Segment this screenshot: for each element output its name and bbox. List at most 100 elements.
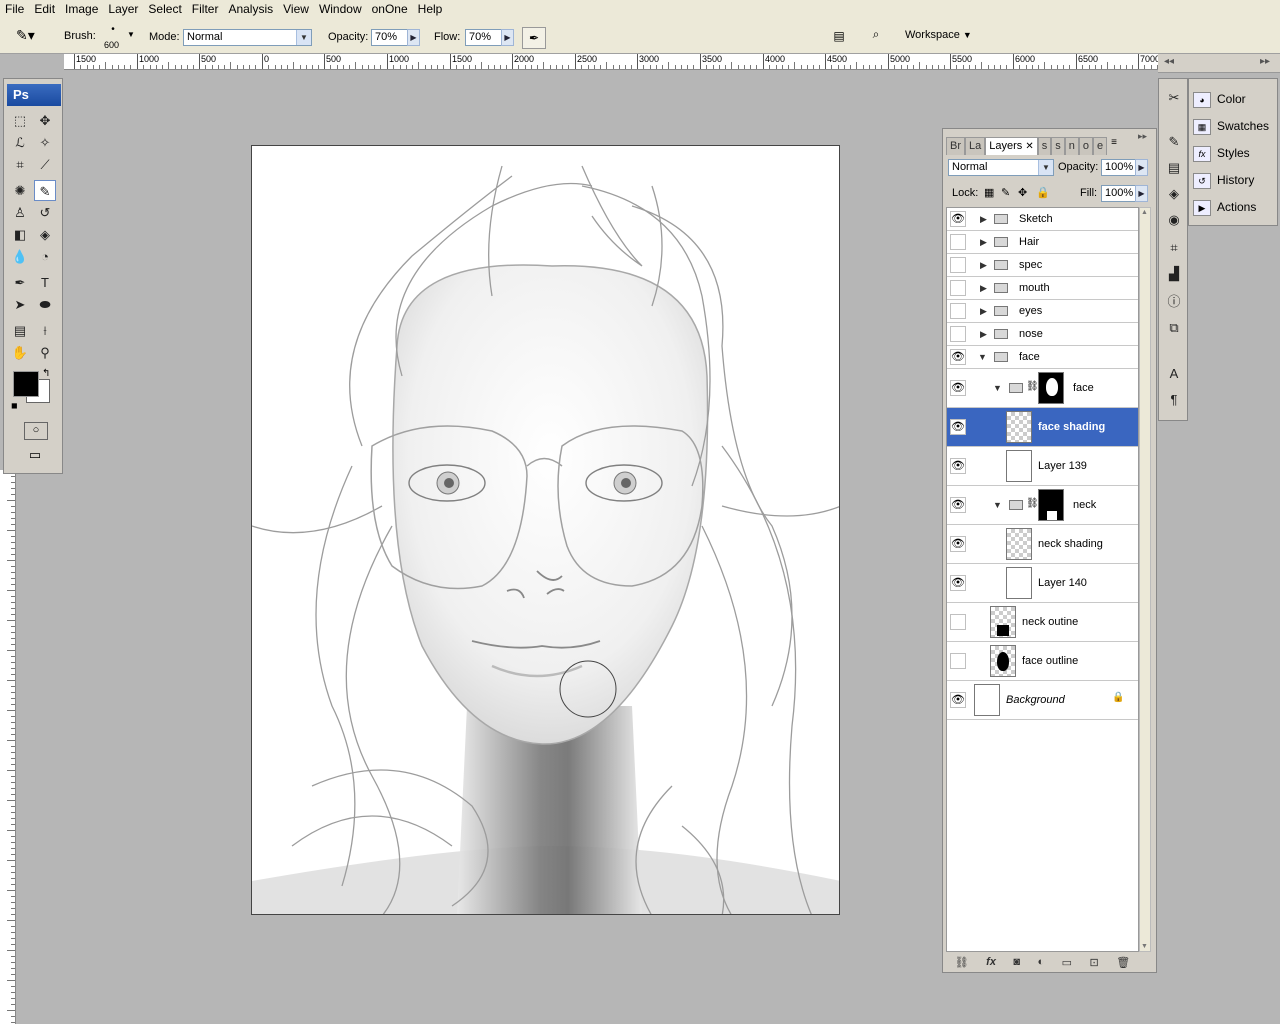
zoom-tool-icon[interactable]: ⚲ bbox=[34, 342, 56, 363]
tab-e[interactable]: e bbox=[1092, 137, 1108, 155]
menu-layer[interactable]: Layer bbox=[103, 0, 143, 18]
scroll-up-arrow-icon[interactable]: ▲ bbox=[1141, 209, 1148, 216]
magic-wand-tool-icon[interactable]: ✧ bbox=[34, 132, 56, 153]
panel-menu-icon[interactable]: ≡ bbox=[1111, 137, 1117, 155]
opacity-slider-arrow-icon[interactable]: ▶ bbox=[407, 29, 420, 46]
menu-window[interactable]: Window bbox=[314, 0, 367, 18]
fx-icon[interactable]: fx bbox=[986, 956, 996, 968]
menu-image[interactable]: Image bbox=[60, 0, 103, 18]
pen-tool-icon[interactable]: ✒ bbox=[9, 272, 31, 293]
menu-onone[interactable]: onOne bbox=[367, 0, 413, 18]
eyedropper-tool-icon[interactable]: ⟊ bbox=[34, 320, 56, 341]
layer-opacity-input[interactable]: 100% bbox=[1101, 159, 1137, 176]
hand-tool-icon[interactable]: ✋ bbox=[9, 342, 31, 363]
layer-row-eyes[interactable]: ▶ eyes bbox=[947, 300, 1138, 323]
vertical-ruler[interactable] bbox=[0, 470, 16, 1024]
layer-row-nose[interactable]: ▶ nose bbox=[947, 323, 1138, 346]
tab-la[interactable]: La bbox=[965, 137, 986, 155]
scroll-down-arrow-icon[interactable]: ▼ bbox=[1141, 943, 1148, 950]
layer-row-neck-shading[interactable]: 👁 neck shading bbox=[947, 525, 1138, 564]
foreground-color-swatch[interactable] bbox=[13, 371, 39, 397]
swap-colors-icon[interactable]: ↰ bbox=[42, 368, 50, 379]
eye-icon[interactable]: 👁 bbox=[950, 536, 966, 552]
histogram-icon[interactable]: ▟ bbox=[1163, 263, 1185, 285]
brush-tool-preset-icon[interactable]: ✎▾ bbox=[16, 27, 35, 44]
layer-row-sketch[interactable]: 👁 ▶ Sketch bbox=[947, 208, 1138, 231]
layer-row-face-shading-selected[interactable]: 👁 face shading bbox=[947, 408, 1138, 447]
expand-triangle-icon[interactable]: ▶ bbox=[980, 237, 987, 248]
eye-icon[interactable]: 👁 bbox=[950, 419, 966, 435]
visibility-toggle[interactable] bbox=[950, 653, 966, 669]
eye-icon[interactable]: 👁 bbox=[950, 458, 966, 474]
expand-triangle-icon[interactable]: ▶ bbox=[980, 260, 987, 271]
eye-icon[interactable]: 👁 bbox=[950, 575, 966, 591]
tool-presets-icon[interactable]: ✂ bbox=[1163, 87, 1185, 109]
path-selection-tool-icon[interactable]: ➤ bbox=[9, 294, 31, 315]
bridge-icon[interactable]: ⌕ bbox=[864, 27, 888, 47]
layers-icon[interactable]: ◈ bbox=[1163, 183, 1185, 205]
layer-row-layer-139[interactable]: 👁 Layer 139 bbox=[947, 447, 1138, 486]
mask-thumbnail[interactable] bbox=[1038, 489, 1064, 521]
layer-comps-icon[interactable]: ⧉ bbox=[1163, 317, 1185, 339]
type-tool-icon[interactable]: T bbox=[34, 272, 56, 293]
brush-picker-arrow-icon[interactable]: ▼ bbox=[127, 30, 135, 39]
eye-icon[interactable]: 👁 bbox=[950, 692, 966, 708]
expand-triangle-icon[interactable]: ▶ bbox=[980, 306, 987, 317]
lasso-tool-icon[interactable]: ℒ bbox=[9, 132, 31, 153]
clone-stamp-tool-icon[interactable]: ♙ bbox=[9, 202, 31, 223]
visibility-toggle[interactable] bbox=[950, 257, 966, 273]
lock-position-icon[interactable]: ✥ bbox=[1018, 186, 1027, 199]
expand-triangle-icon[interactable]: ▶ bbox=[980, 283, 987, 294]
crop-tool-icon[interactable]: ⌗ bbox=[9, 154, 31, 175]
layer-row-face-masked[interactable]: 👁 ▼ ⛓ face bbox=[947, 369, 1138, 408]
collapse-arrows-icon[interactable]: ▸▸ bbox=[1260, 56, 1270, 67]
brushes-icon[interactable]: ✎ bbox=[1163, 131, 1185, 153]
notes-tool-icon[interactable]: ▤ bbox=[9, 320, 31, 341]
menu-filter[interactable]: Filter bbox=[187, 0, 224, 18]
menu-edit[interactable]: Edit bbox=[29, 0, 60, 18]
layers-scrollbar[interactable]: ▲ ▼ bbox=[1139, 207, 1151, 952]
horizontal-ruler[interactable]: 1500 1000 500 0 500 1000 1500 2000 2500 3000 3500 4… bbox=[64, 54, 1160, 70]
dock-item-color[interactable]: ◕ Color bbox=[1193, 88, 1275, 110]
quick-mask-icon[interactable]: ○ bbox=[24, 422, 48, 440]
lock-all-icon[interactable]: 🔒 bbox=[1036, 186, 1050, 199]
paint-bucket-tool-icon[interactable]: ◈ bbox=[34, 224, 56, 245]
layer-row-hair[interactable]: ▶ Hair bbox=[947, 231, 1138, 254]
marquee-tool-icon[interactable]: ⬚ bbox=[9, 110, 31, 131]
slice-tool-icon[interactable]: ⟋ bbox=[34, 154, 56, 175]
eye-icon[interactable]: 👁 bbox=[950, 497, 966, 513]
visibility-toggle[interactable] bbox=[950, 326, 966, 342]
flow-input[interactable]: 70% bbox=[465, 29, 503, 46]
info-icon[interactable]: ⓘ bbox=[1163, 291, 1185, 313]
palette-well-icon[interactable]: ▤ bbox=[830, 29, 848, 45]
visibility-toggle[interactable] bbox=[950, 234, 966, 250]
tab-layers[interactable]: Layers ✕ bbox=[985, 137, 1038, 155]
fill-slider-arrow-icon[interactable]: ▶ bbox=[1135, 185, 1148, 202]
eye-icon[interactable]: 👁 bbox=[950, 349, 966, 365]
layer-row-layer-140[interactable]: 👁 Layer 140 bbox=[947, 564, 1138, 603]
layer-row-face-group[interactable]: 👁 ▼ face bbox=[947, 346, 1138, 369]
brush-tool-icon[interactable]: ✎ bbox=[34, 180, 56, 201]
document-canvas[interactable] bbox=[251, 145, 840, 915]
flow-slider-arrow-icon[interactable]: ▶ bbox=[501, 29, 514, 46]
tab-s2[interactable]: s bbox=[1051, 137, 1065, 155]
screen-mode-icon[interactable]: ▭ bbox=[22, 447, 48, 463]
eraser-tool-icon[interactable]: ◧ bbox=[9, 224, 31, 245]
tab-n[interactable]: n bbox=[1064, 137, 1079, 155]
opacity-slider-arrow-icon[interactable]: ▶ bbox=[1135, 159, 1148, 176]
mask-thumbnail[interactable] bbox=[1038, 372, 1064, 404]
lock-pixels-icon[interactable]: ✎ bbox=[1001, 186, 1010, 199]
add-mask-icon[interactable]: ◙ bbox=[1013, 956, 1020, 968]
menu-help[interactable]: Help bbox=[413, 0, 448, 18]
collapse-arrows-icon[interactable]: ◂◂ bbox=[1164, 56, 1174, 67]
dock-item-styles[interactable]: fx Styles bbox=[1193, 142, 1275, 164]
dock-item-actions[interactable]: ▶ Actions bbox=[1193, 196, 1275, 218]
channels-icon[interactable]: ◉ bbox=[1163, 209, 1185, 231]
tab-o[interactable]: o bbox=[1078, 137, 1093, 155]
new-group-icon[interactable]: ▭ bbox=[1062, 956, 1072, 969]
dodge-tool-icon[interactable]: ◔ bbox=[34, 246, 56, 267]
brush-tip-icon[interactable]: • bbox=[108, 24, 118, 35]
eye-icon[interactable]: 👁 bbox=[950, 380, 966, 396]
move-tool-icon[interactable]: ✥ bbox=[34, 110, 56, 131]
layer-row-face-outline[interactable]: face outline bbox=[947, 642, 1138, 681]
